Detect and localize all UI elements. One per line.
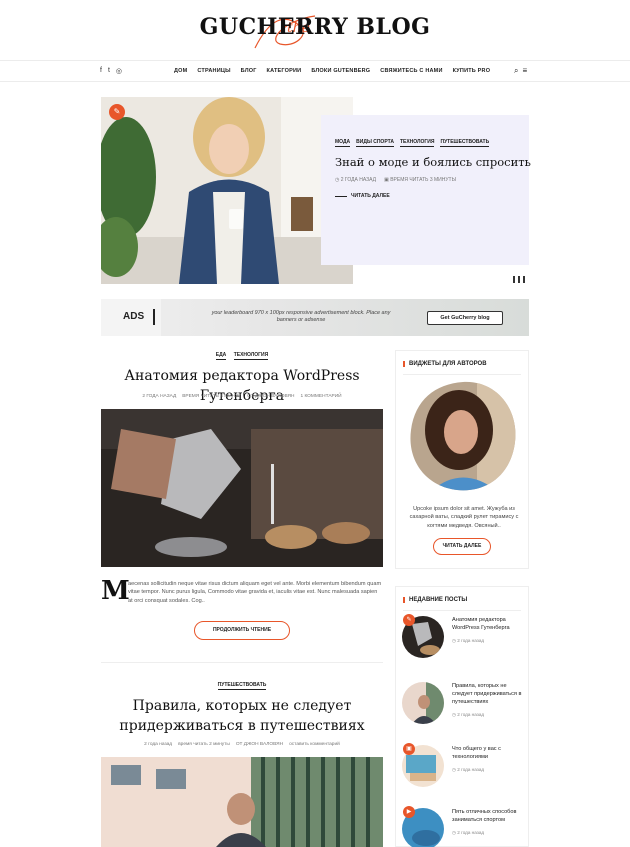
- nav-tools: ⌕ ≡: [514, 66, 527, 76]
- recent-post-title[interactable]: Пять отличных способов заниматься спорто…: [452, 808, 526, 824]
- divider: [101, 662, 383, 663]
- menu-item-pages[interactable]: СТРАНИЦЫ: [197, 68, 230, 74]
- edit-icon: ✎: [403, 614, 415, 626]
- recent-post-title[interactable]: Анатомия редактора WordPress Гутенберга: [452, 616, 526, 632]
- ads-text: your leaderboard 970 x 100px responsive …: [211, 310, 391, 324]
- hero-title[interactable]: Знай о моде и боялись спросить: [335, 155, 531, 169]
- social-links: f t ◎: [100, 67, 122, 75]
- read-more-link[interactable]: ЧИТАТЬ ДАЛЕЕ: [335, 193, 390, 199]
- post-excerpt: aecenas sollicitudin neque vitae risus d…: [128, 581, 382, 604]
- category-tag[interactable]: ТЕХНОЛОГИЯ: [399, 139, 435, 147]
- menu-item-contact[interactable]: СВЯЖИТЕСЬ С НАМИ: [380, 68, 442, 74]
- hero-meta: ◷ 2 ГОДА НАЗАД ▣ ВРЕМЯ ЧИТАТЬ 3 МИНУТЫ: [335, 177, 456, 183]
- continue-reading-button[interactable]: ПРОДОЛЖИТЬ ЧТЕНИЕ: [194, 621, 290, 640]
- recent-post-item[interactable]: Правила, которых не следует придерживать…: [402, 680, 526, 724]
- hero-card: МОДА ВИДЫ СПОРТА ТЕХНОЛОГИЯ ПУТЕШЕСТВОВА…: [321, 115, 531, 265]
- logo-text: GUCHERRY BLOG: [199, 14, 431, 40]
- recent-post-item[interactable]: ▶ Пять отличных способов заниматься спор…: [402, 806, 526, 847]
- author-read-more-button[interactable]: ЧИТАТЬ ДАЛЕЕ: [433, 538, 491, 555]
- slider-dots[interactable]: [513, 276, 525, 283]
- post-title[interactable]: Правила, которых не следует придерживать…: [101, 697, 383, 736]
- recent-post-title[interactable]: Что общего у вас с технологиями: [452, 745, 526, 761]
- category-tag[interactable]: ТЕХНОЛОГИЯ: [233, 352, 269, 360]
- menu-item-blog[interactable]: БЛОГ: [241, 68, 257, 74]
- recent-post-title[interactable]: Правила, которых не следует придерживать…: [452, 682, 526, 706]
- menu-item-categories[interactable]: КАТЕГОРИИ: [267, 68, 302, 74]
- recent-posts-widget: НЕДАВНИЕ ПОСТЫ ✎ Анатомия редактора Word…: [395, 586, 529, 847]
- read-time: ВРЕМЯ ЧИТАТЬ 3 МИНУТЫ: [390, 177, 457, 183]
- post-image[interactable]: [101, 409, 383, 567]
- post-title[interactable]: Анатомия редактора WordPress Гутенберга: [101, 367, 383, 406]
- recent-post-date: ◷ 2 года назад: [452, 712, 485, 717]
- recent-post-item[interactable]: ▣ Что общего у вас с технологиями ◷ 2 го…: [402, 743, 526, 787]
- book-icon: ▣ ВРЕМЯ ЧИТАТЬ 3 МИНУТЫ: [384, 177, 457, 183]
- category-tag[interactable]: МОДА: [335, 139, 351, 147]
- category-tag[interactable]: ЕДА: [215, 352, 227, 360]
- search-icon[interactable]: ⌕: [514, 66, 518, 76]
- hero-image[interactable]: [101, 97, 353, 284]
- menu-icon[interactable]: ≡: [522, 66, 527, 76]
- edit-icon: ✎: [109, 104, 125, 120]
- image-icon: ▣: [403, 743, 415, 755]
- category-tag[interactable]: ВИДЫ СПОРТА: [356, 139, 394, 147]
- post-image[interactable]: [101, 757, 383, 847]
- hero-categories: МОДА ВИДЫ СПОРТА ТЕХНОЛОГИЯ ПУТЕШЕСТВОВА…: [335, 139, 490, 147]
- site-logo[interactable]: the GUCHERRY BLOG: [0, 0, 630, 60]
- recent-post-date: ◷ 2 года назад: [452, 767, 485, 772]
- recent-post-date: ◷ 2 года назад: [452, 830, 485, 835]
- recent-post-item[interactable]: ✎ Анатомия редактора WordPress Гутенберг…: [402, 614, 526, 658]
- menu-item-home[interactable]: ДОМ: [174, 68, 187, 74]
- category-tag[interactable]: ПУТЕШЕСТВОВАТЬ: [440, 139, 490, 147]
- facebook-icon[interactable]: f: [100, 67, 102, 75]
- ads-label: ADS: [123, 311, 145, 322]
- dropcap: M: [101, 576, 130, 606]
- menu-item-gutenberg-blocks[interactable]: БЛОКИ GUTENBERG: [311, 68, 370, 74]
- author-bio: Upcoke ipsum dolor sit amet. Жужуба из с…: [409, 506, 519, 529]
- menu-item-buy-pro[interactable]: КУПИТЬ PRO: [453, 68, 491, 74]
- post-categories: ЕДА ТЕХНОЛОГИЯ: [101, 352, 383, 360]
- post-meta: 2 года назад время читать 2 минуты ОТ ДЖОН…: [144, 742, 340, 747]
- video-icon: ▶: [403, 806, 415, 818]
- post-meta: 2 ГОДА НАЗАД ВРЕМЯ ЧИТАТЬ 4 МИНУТ ОТ ДЖОН …: [142, 394, 342, 399]
- ads-button[interactable]: Get GuCherry blog: [427, 311, 503, 325]
- clock-icon: ◷ 2 ГОДА НАЗАД: [335, 177, 377, 183]
- post-categories: ПУТЕШЕСТВОВАТЬ: [101, 682, 383, 690]
- instagram-icon[interactable]: ◎: [116, 67, 122, 75]
- ad-banner[interactable]: ADS your leaderboard 970 x 100px respons…: [101, 299, 529, 336]
- recent-post-thumbnail[interactable]: [402, 682, 444, 724]
- author-widget: ВИДЖЕТЫ ДЛЯ АВТОРОВ Upcoke ipsum dolor s…: [395, 350, 529, 569]
- widget-title: НЕДАВНИЕ ПОСТЫ: [403, 597, 467, 603]
- main-navigation: f t ◎ ДОМ СТРАНИЦЫ БЛОГ КАТЕГОРИИ БЛОКИ …: [0, 60, 630, 82]
- widget-title: ВИДЖЕТЫ ДЛЯ АВТОРОВ: [403, 361, 487, 367]
- author-avatar[interactable]: [407, 380, 519, 495]
- recent-post-date: ◷ 2 года назад: [452, 638, 485, 643]
- menu-bar: ДОМ СТРАНИЦЫ БЛОГ КАТЕГОРИИ БЛОКИ GUTENB…: [174, 68, 490, 74]
- category-tag[interactable]: ПУТЕШЕСТВОВАТЬ: [217, 682, 267, 690]
- post-date: 2 ГОДА НАЗАД: [340, 177, 377, 183]
- twitter-icon[interactable]: t: [108, 67, 110, 75]
